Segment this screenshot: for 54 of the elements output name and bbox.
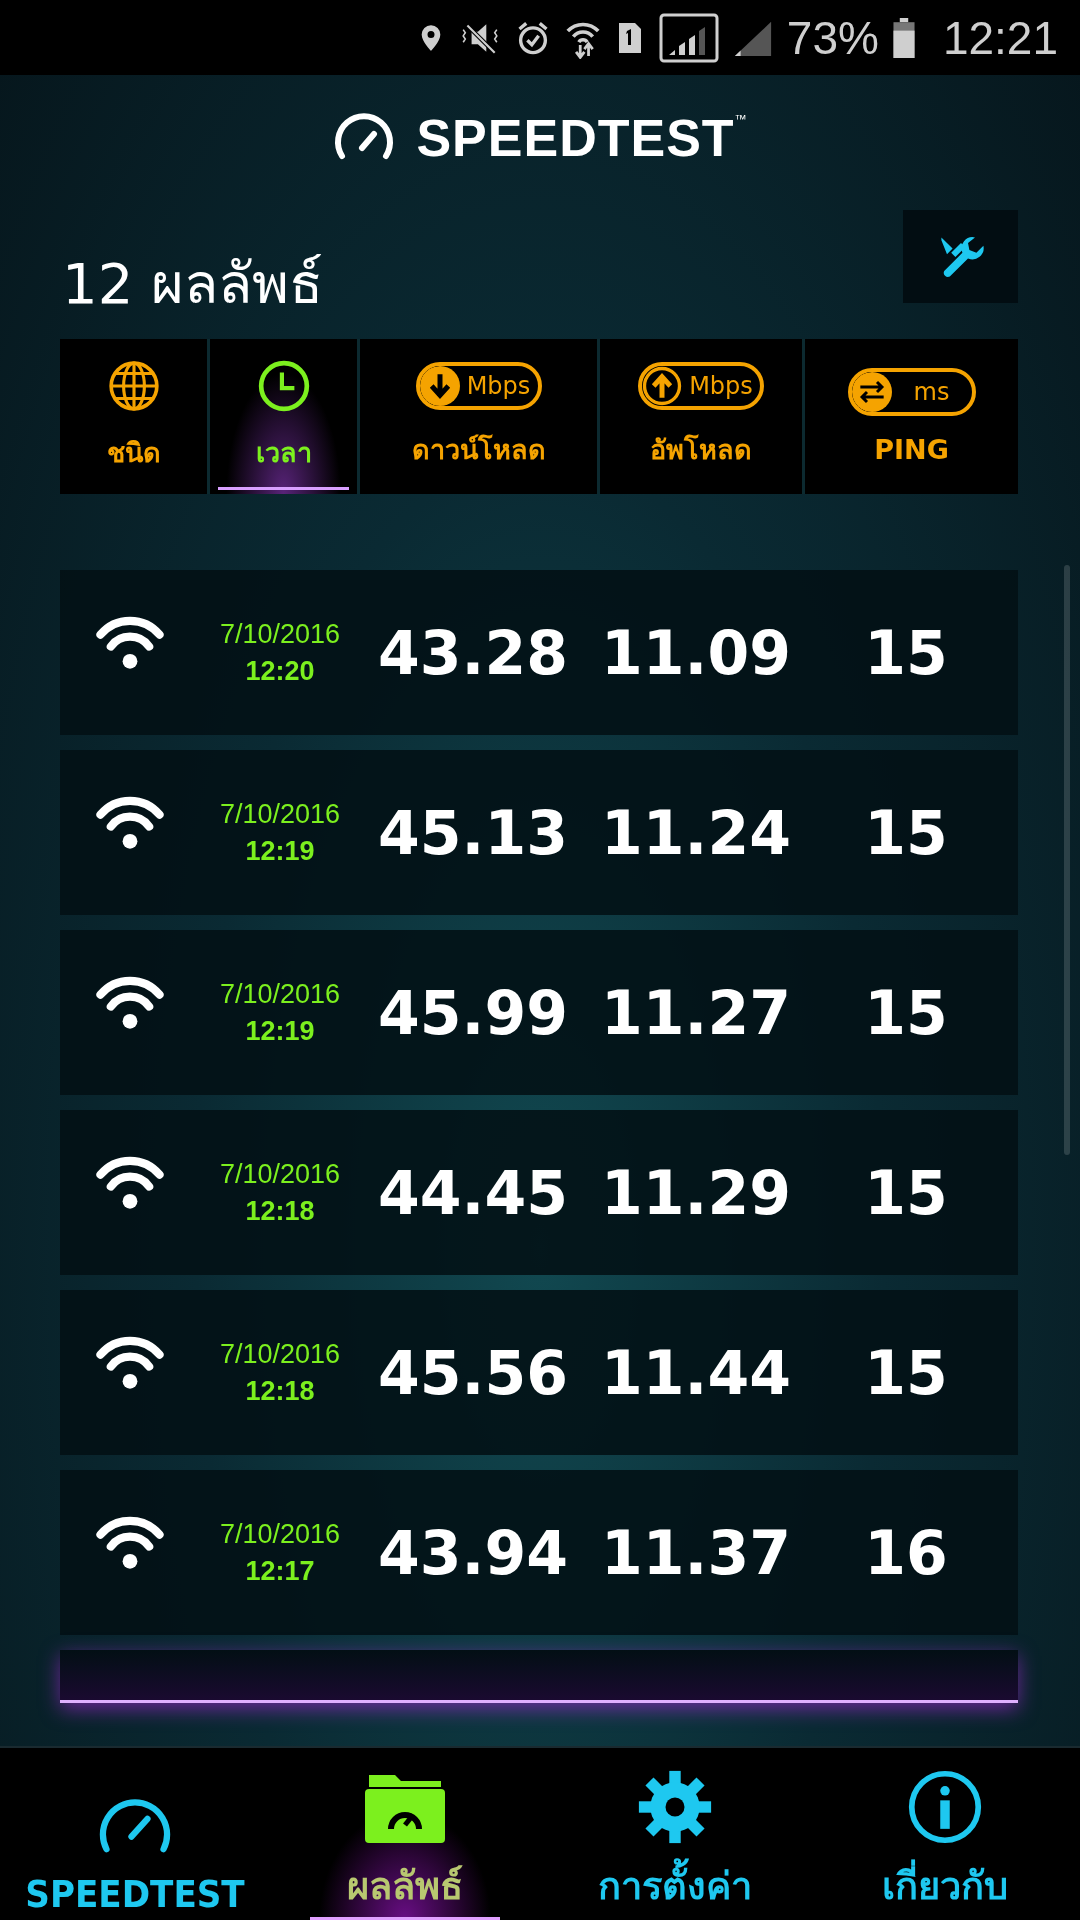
download-speed: 43.94 <box>377 1517 569 1588</box>
test-date: 7/10/2016 <box>219 1158 341 1190</box>
upload-unit-icon: Mbps <box>638 362 764 410</box>
sort-column-tab[interactable]: ms PING <box>805 339 1018 494</box>
test-time: 12:20 <box>245 655 315 687</box>
wifi-icon <box>94 1334 166 1391</box>
info-icon <box>907 1769 983 1845</box>
wifi-icon <box>94 794 166 851</box>
results-count-title: 12 ผลลัพธ์ <box>62 249 324 318</box>
download-speed: 43.28 <box>377 617 569 688</box>
ping-value: 15 <box>863 1337 949 1408</box>
download-speed: 44.45 <box>377 1157 569 1228</box>
ping-value: 16 <box>863 1517 949 1588</box>
test-date: 7/10/2016 <box>219 978 341 1010</box>
ping-value: 15 <box>863 1157 949 1228</box>
wifi-icon <box>94 1154 166 1211</box>
test-date: 7/10/2016 <box>219 1338 341 1370</box>
test-time: 12:19 <box>245 1015 315 1047</box>
upload-speed: 11.09 <box>600 617 792 688</box>
download-speed: 45.13 <box>377 797 569 868</box>
wifi-icon <box>94 614 166 671</box>
settings-icon <box>637 1769 713 1845</box>
clock-time: 12:21 <box>942 10 1058 65</box>
globe-icon <box>106 359 161 413</box>
upload-speed: 11.37 <box>600 1517 792 1588</box>
test-time: 12:18 <box>245 1195 315 1227</box>
download-unit-icon: Mbps <box>415 362 542 410</box>
download-speed: 45.56 <box>377 1337 569 1408</box>
signal-strength-icon <box>658 12 719 63</box>
clock-icon <box>256 359 311 413</box>
test-time: 12:17 <box>245 1555 315 1587</box>
sort-column-tab[interactable]: Mbps อัพโหลด <box>600 339 802 494</box>
tools-button[interactable] <box>903 210 1018 303</box>
battery-percentage: 73% <box>786 10 879 65</box>
test-time: 12:19 <box>245 835 315 867</box>
test-date: 7/10/2016 <box>219 1518 341 1550</box>
ping-unit-icon: ms <box>847 368 976 416</box>
wifi-icon <box>94 974 166 1031</box>
test-date: 7/10/2016 <box>219 798 341 830</box>
battery-icon <box>892 17 915 58</box>
sort-column-tab[interactable]: เวลา <box>210 339 357 494</box>
download-speed: 45.99 <box>377 977 569 1048</box>
ping-value: 15 <box>863 977 949 1048</box>
sort-column-tab[interactable]: Mbps ดาวน์โหลด <box>360 339 597 494</box>
ping-value: 15 <box>863 617 949 688</box>
sort-column-tab[interactable]: ชนิด <box>60 339 207 494</box>
wifi-icon <box>94 1514 166 1571</box>
upload-speed: 11.24 <box>600 797 792 868</box>
test-date: 7/10/2016 <box>219 618 341 650</box>
test-time: 12:18 <box>245 1375 315 1407</box>
upload-speed: 11.29 <box>600 1157 792 1228</box>
upload-speed: 11.27 <box>600 977 792 1048</box>
ping-value: 15 <box>863 797 949 868</box>
upload-speed: 11.44 <box>600 1337 792 1408</box>
